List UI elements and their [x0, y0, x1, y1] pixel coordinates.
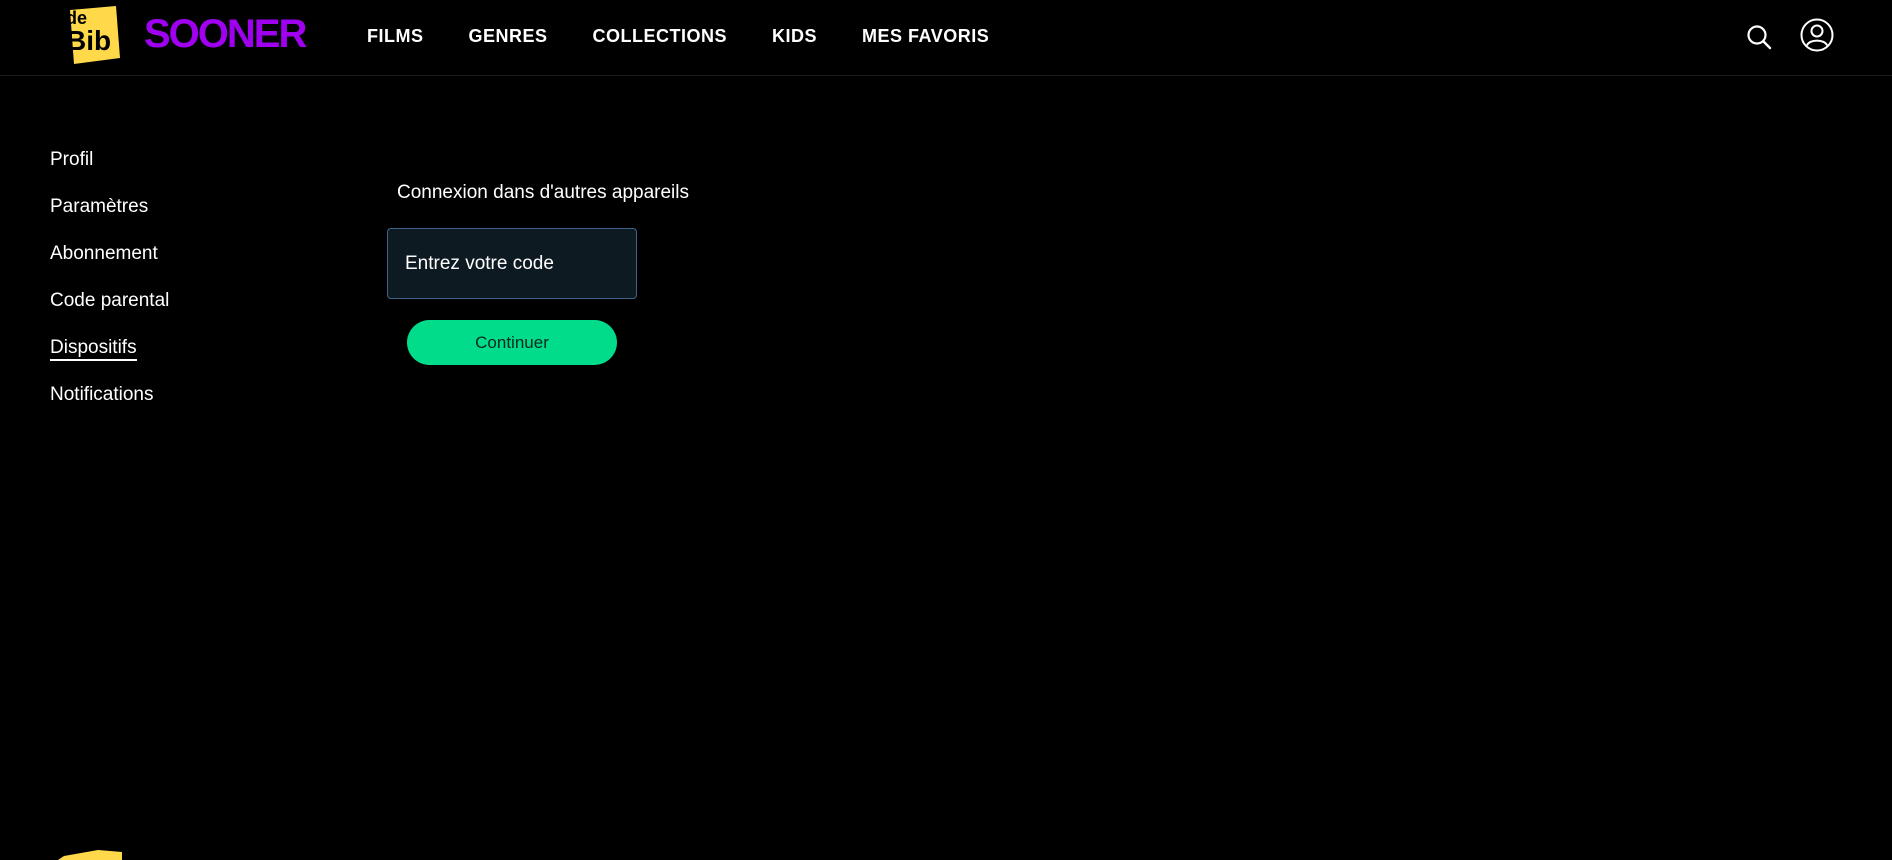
nav-item-mes-favoris[interactable]: MES FAVORIS — [862, 26, 989, 47]
search-icon[interactable] — [1746, 24, 1772, 50]
sidebar-item-notifications[interactable]: Notifications — [50, 380, 169, 427]
svg-text:SOONER: SOONER — [144, 14, 307, 54]
sidebar-item-profil[interactable]: Profil — [50, 145, 169, 192]
account-sidebar: Profil Paramètres Abonnement Code parent… — [50, 145, 169, 427]
sidebar-item-abonnement[interactable]: Abonnement — [50, 239, 169, 286]
nav-item-genres[interactable]: GENRES — [469, 26, 548, 47]
sidebar-item-label: Notifications — [50, 384, 154, 405]
continue-button[interactable]: Continuer — [407, 320, 617, 365]
main-nav: FILMS GENRES COLLECTIONS KIDS MES FAVORI… — [367, 0, 989, 72]
sidebar-item-label: Dispositifs — [50, 337, 137, 361]
top-header: de Bib SOONER FILMS GENRES COLLECTIONS K… — [0, 0, 1892, 76]
device-code-input[interactable] — [387, 228, 637, 299]
debib-logo[interactable]: de Bib — [64, 4, 124, 66]
nav-item-collections[interactable]: COLLECTIONS — [593, 26, 728, 47]
sidebar-item-dispositifs[interactable]: Dispositifs — [50, 333, 169, 380]
nav-item-kids[interactable]: KIDS — [772, 26, 817, 47]
nav-item-films[interactable]: FILMS — [367, 26, 424, 47]
sooner-logo[interactable]: SOONER — [144, 14, 310, 54]
page-title: Connexion dans d'autres appareils — [397, 182, 689, 203]
footer-debib-logo — [58, 850, 122, 860]
sidebar-item-code-parental[interactable]: Code parental — [50, 286, 169, 333]
user-circle-icon[interactable] — [1800, 18, 1834, 52]
sidebar-item-label: Paramètres — [50, 196, 149, 217]
sidebar-item-label: Abonnement — [50, 243, 158, 264]
sidebar-item-label: Profil — [50, 149, 94, 170]
sidebar-item-parametres[interactable]: Paramètres — [50, 192, 169, 239]
sidebar-item-label: Code parental — [50, 290, 170, 311]
svg-text:Bib: Bib — [66, 25, 111, 56]
